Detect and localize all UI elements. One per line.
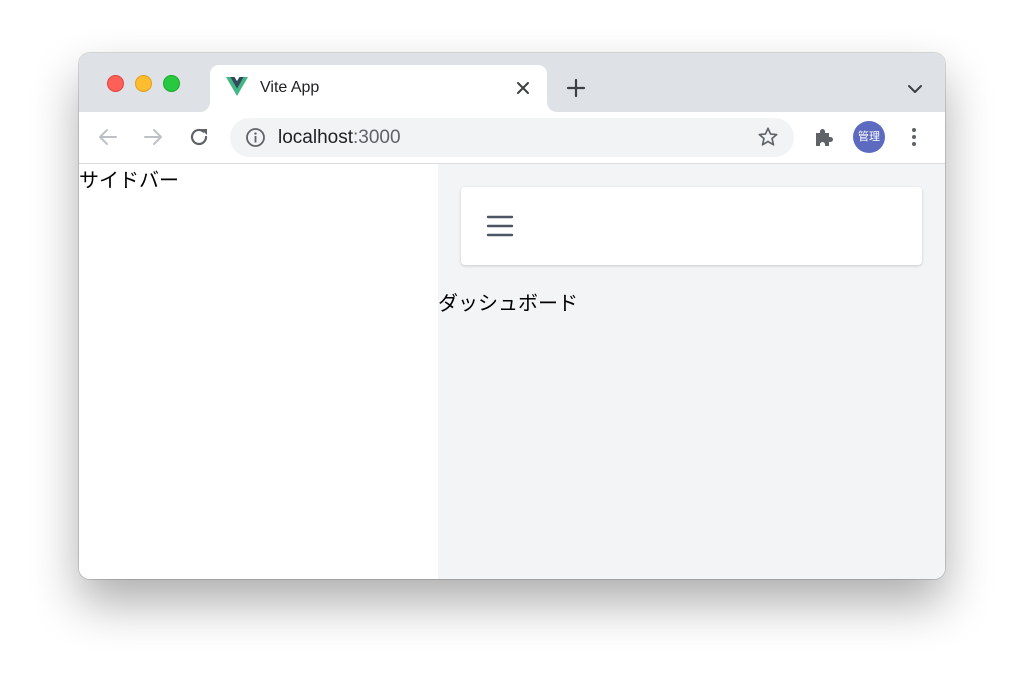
close-tab-icon[interactable] — [513, 78, 533, 98]
extensions-puzzle-icon[interactable] — [812, 125, 836, 149]
sidebar-label: サイドバー — [79, 168, 179, 192]
reload-icon[interactable] — [187, 125, 211, 149]
browser-tab[interactable]: Vite App — [210, 65, 547, 112]
tab-strip: Vite App — [79, 53, 945, 112]
vue-logo-icon — [226, 77, 248, 96]
profile-avatar[interactable]: 管理 — [853, 121, 885, 153]
tab-title: Vite App — [260, 79, 320, 96]
maximize-window-button[interactable] — [163, 75, 180, 92]
back-arrow-icon[interactable] — [96, 125, 120, 149]
bookmark-star-icon[interactable] — [757, 126, 779, 148]
chevron-down-icon[interactable] — [907, 81, 923, 97]
browser-window: Vite App localhost:3000 管理 サイドバー ダッシュボード — [79, 53, 945, 579]
main-area: ダッシュボード — [438, 164, 945, 579]
address-port: :3000 — [353, 127, 401, 148]
minimize-window-button[interactable] — [135, 75, 152, 92]
new-tab-icon[interactable] — [566, 78, 586, 98]
address-host: localhost — [278, 127, 353, 148]
forward-arrow-icon[interactable] — [141, 125, 165, 149]
address-bar[interactable]: localhost:3000 — [230, 118, 794, 157]
close-window-button[interactable] — [107, 75, 124, 92]
sidebar: サイドバー — [79, 164, 438, 579]
browser-toolbar: localhost:3000 管理 — [79, 112, 945, 164]
address-url: localhost:3000 — [278, 127, 401, 148]
page-header — [461, 187, 922, 265]
page-viewport: サイドバー ダッシュボード — [79, 164, 945, 579]
screen: Vite App localhost:3000 管理 サイドバー ダッシュボード — [0, 0, 1024, 684]
info-icon[interactable] — [245, 127, 266, 148]
more-vertical-icon[interactable] — [902, 125, 926, 149]
page-title: ダッシュボード — [438, 291, 578, 315]
hamburger-menu-icon[interactable] — [485, 212, 515, 240]
